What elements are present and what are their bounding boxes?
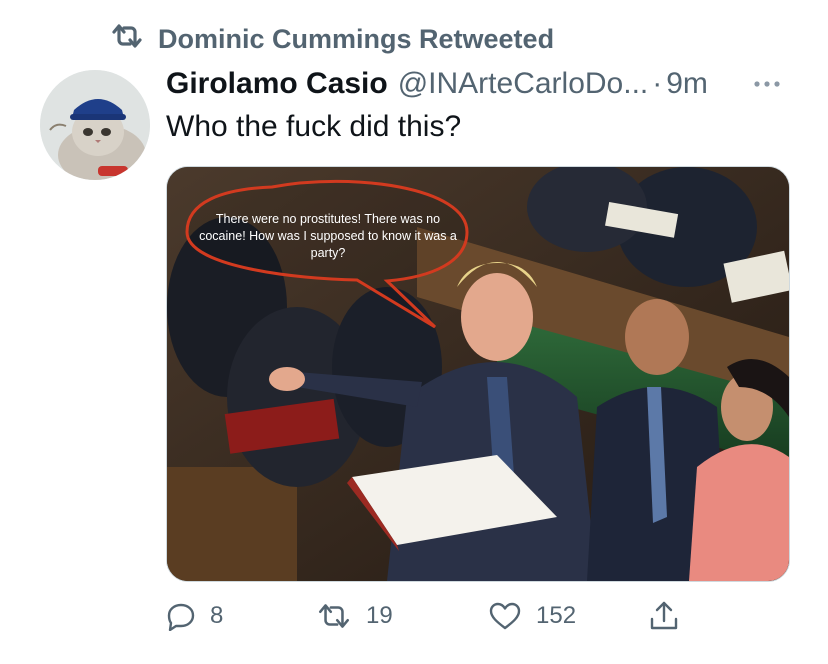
- more-options-icon[interactable]: [750, 70, 784, 98]
- tweet-actions: 8 19 152: [166, 594, 786, 638]
- heart-icon: [488, 601, 522, 631]
- retweet-icon: [110, 22, 144, 57]
- like-button[interactable]: 152: [488, 594, 576, 638]
- retweet-button[interactable]: 19: [316, 594, 393, 638]
- tweet-timestamp[interactable]: 9m: [666, 67, 708, 101]
- tweet-media-image[interactable]: There were no prostitutes! There was no …: [166, 166, 790, 582]
- like-count: 152: [536, 602, 577, 629]
- author-handle[interactable]: @INArteCarloDo...: [398, 67, 649, 101]
- share-icon: [648, 599, 680, 633]
- retweet-label[interactable]: Dominic Cummings Retweeted: [158, 24, 554, 55]
- retweet-indicator: Dominic Cummings Retweeted: [110, 22, 554, 56]
- reply-count: 8: [210, 602, 224, 629]
- tweet-header: Girolamo Casio @INArteCarloDo... · 9m: [166, 62, 708, 106]
- reply-button[interactable]: 8: [166, 594, 223, 638]
- avatar[interactable]: [40, 70, 150, 180]
- reply-icon: [166, 601, 196, 631]
- author-name[interactable]: Girolamo Casio: [166, 67, 388, 101]
- share-button[interactable]: [648, 594, 680, 638]
- retweet-count: 19: [366, 602, 393, 629]
- retweet-icon: [316, 601, 352, 631]
- speech-bubble-text: There were no prostitutes! There was no …: [199, 212, 457, 260]
- tweet-text: Who the fuck did this?: [166, 110, 462, 143]
- separator-dot: ·: [652, 67, 663, 100]
